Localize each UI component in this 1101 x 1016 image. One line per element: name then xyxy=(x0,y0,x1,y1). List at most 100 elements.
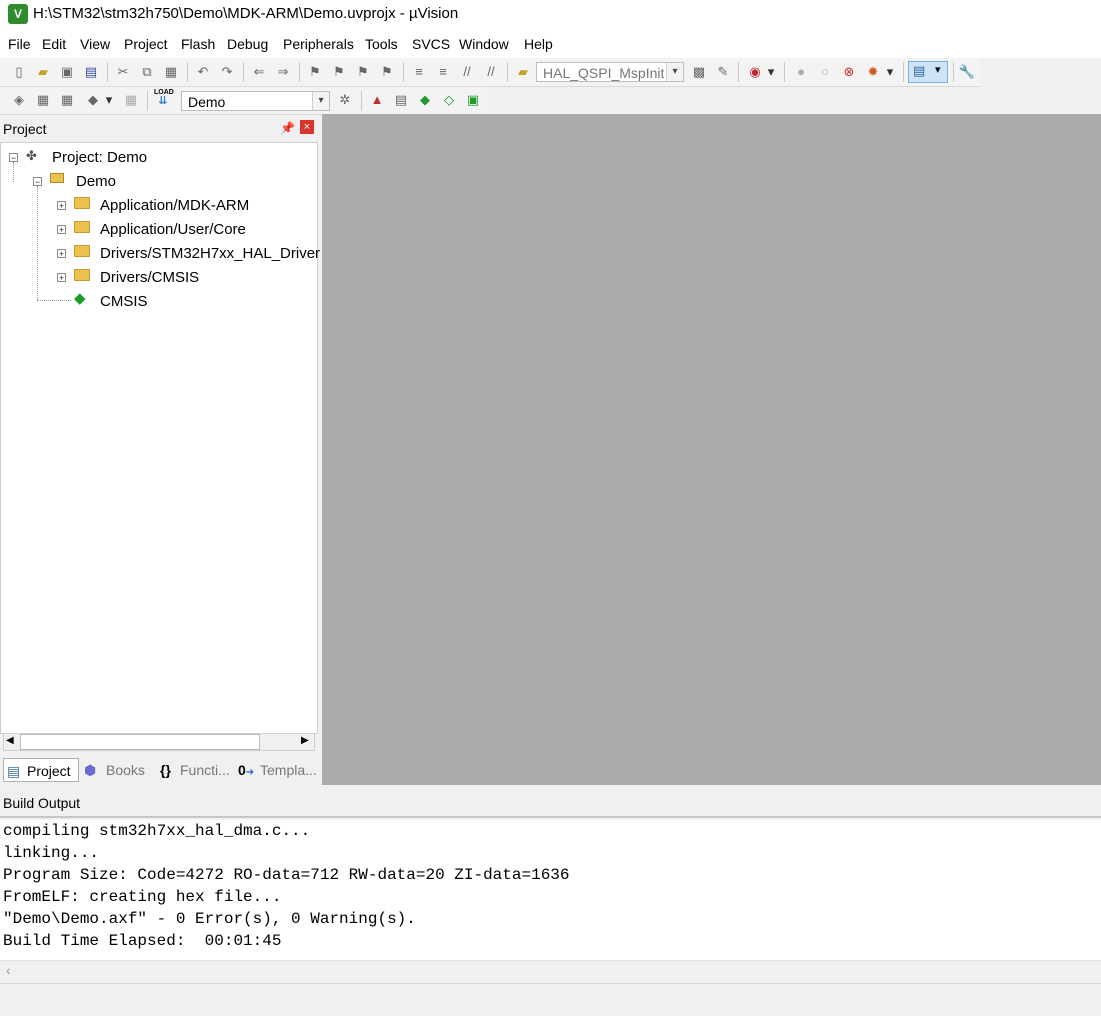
output-line: Program Size: Code=4272 RO-data=712 RW-d… xyxy=(3,866,570,884)
tree-target[interactable]: Demo xyxy=(76,173,116,191)
menu-tools[interactable]: Tools xyxy=(365,35,398,53)
chevron-down-icon[interactable]: ▾ xyxy=(312,92,329,110)
tree-group[interactable]: Application/User/Core xyxy=(100,221,246,239)
output-line: linking... xyxy=(3,844,100,862)
previous-bookmark-icon[interactable]: ⚑ xyxy=(330,63,348,81)
tree-component[interactable]: CMSIS xyxy=(100,293,148,311)
clear-bookmarks-icon[interactable]: ⚑ xyxy=(378,63,396,81)
navigate-back-icon[interactable]: ⇐ xyxy=(250,63,268,81)
pin-icon[interactable]: 📌 xyxy=(280,121,295,135)
scrollbar-thumb[interactable] xyxy=(20,734,260,750)
expand-icon[interactable]: + xyxy=(57,249,66,259)
insert-bookmark-icon[interactable]: ⚑ xyxy=(306,63,324,81)
chevron-down-icon[interactable]: ▾ xyxy=(103,91,115,109)
project-panel-header xyxy=(0,116,320,140)
functions-icon: {} xyxy=(160,762,171,778)
toolbar-separator xyxy=(147,91,148,111)
tab-books[interactable]: ⬢ Books xyxy=(84,758,152,782)
select-packs-icon[interactable]: ▤ xyxy=(392,91,410,109)
disable-all-breakpoints-icon[interactable]: ⊗ xyxy=(840,63,858,81)
menu-project[interactable]: Project xyxy=(124,35,168,53)
expand-icon[interactable]: + xyxy=(57,201,66,211)
collapse-icon[interactable]: − xyxy=(9,153,18,163)
scroll-left-icon[interactable]: ‹ xyxy=(6,962,11,978)
stop-build-icon[interactable]: ▦ xyxy=(122,91,140,109)
window-layout-icon: ▤ xyxy=(913,63,926,78)
navigate-forward-icon[interactable]: ⇒ xyxy=(274,63,292,81)
find-in-files-icon[interactable]: ▰ xyxy=(514,63,532,81)
scroll-left-icon[interactable]: ◀ xyxy=(6,735,14,746)
close-icon[interactable]: × xyxy=(300,120,314,134)
tab-functions[interactable]: {} Functi... xyxy=(158,758,233,782)
uncomment-icon[interactable]: // xyxy=(482,63,500,81)
target-icon xyxy=(50,173,64,183)
tab-project[interactable]: ▤ Project xyxy=(3,758,79,782)
save-icon[interactable]: ▣ xyxy=(58,63,76,81)
rebuild-icon[interactable]: ▦ xyxy=(58,91,76,109)
find-icon[interactable]: ▩ xyxy=(690,63,708,81)
tree-group[interactable]: Drivers/STM32H7xx_HAL_Driver xyxy=(100,245,320,263)
build-icon[interactable]: ▦ xyxy=(34,91,52,109)
manage-rte-icon[interactable]: ◆ xyxy=(416,91,434,109)
menu-peripherals[interactable]: Peripherals xyxy=(283,35,354,53)
target-select[interactable]: Demo ▾ xyxy=(181,91,330,111)
menu-svcs[interactable]: SVCS xyxy=(412,35,450,53)
insert-breakpoint-icon[interactable]: ● xyxy=(792,63,810,81)
expand-icon[interactable]: + xyxy=(57,273,66,283)
output-horizontal-scrollbar[interactable]: ‹ xyxy=(0,960,1101,981)
expand-icon[interactable]: + xyxy=(57,225,66,235)
window-layout-button[interactable]: ▤ ▾ xyxy=(908,61,948,83)
debug-session-icon[interactable]: ◉ xyxy=(746,63,764,81)
new-file-icon[interactable]: ▯ xyxy=(10,63,28,81)
folder-icon xyxy=(74,197,90,209)
toolbar-separator xyxy=(784,62,785,82)
menu-window[interactable]: Window xyxy=(459,35,509,53)
redo-icon[interactable]: ↷ xyxy=(218,63,236,81)
undo-icon[interactable]: ↶ xyxy=(194,63,212,81)
incremental-find-icon[interactable]: ✎ xyxy=(714,63,732,81)
save-all-icon[interactable]: ▤ xyxy=(82,63,100,81)
menu-debug[interactable]: Debug xyxy=(227,35,268,53)
scroll-right-icon[interactable]: ▶ xyxy=(301,735,309,746)
open-file-icon[interactable]: ▰ xyxy=(34,63,52,81)
tree-line xyxy=(13,162,14,182)
editor-area[interactable] xyxy=(322,114,1101,785)
chevron-down-icon[interactable]: ▾ xyxy=(666,63,683,81)
tree-root[interactable]: Project: Demo xyxy=(52,149,147,167)
manage-project-items-icon[interactable]: ▲ xyxy=(368,91,386,109)
unindent-icon[interactable]: ≡ xyxy=(434,63,452,81)
batch-build-icon[interactable]: ◆ xyxy=(84,91,102,109)
pack-installer-icon[interactable]: ◇ xyxy=(440,91,458,109)
menu-view[interactable]: View xyxy=(80,35,110,53)
tree-line xyxy=(37,186,38,300)
collapse-icon[interactable]: − xyxy=(33,177,42,187)
translate-icon[interactable]: ◈ xyxy=(10,91,28,109)
output-line: Build Time Elapsed: 00:01:45 xyxy=(3,932,282,950)
enable-breakpoint-icon[interactable]: ○ xyxy=(816,63,834,81)
tab-templates[interactable]: 0➔ Templa... xyxy=(238,758,317,782)
menu-edit[interactable]: Edit xyxy=(42,35,66,53)
comment-icon[interactable]: // xyxy=(458,63,476,81)
menu-flash[interactable]: Flash xyxy=(181,35,215,53)
indent-icon[interactable]: ≡ xyxy=(410,63,428,81)
books-icon: ⬢ xyxy=(84,762,97,778)
project-panel-title: Project xyxy=(3,121,47,137)
download-icon[interactable]: LOAD ⇊ xyxy=(154,89,174,107)
tree-group[interactable]: Drivers/CMSIS xyxy=(100,269,199,287)
cut-icon[interactable]: ✂ xyxy=(114,63,132,81)
options-for-target-icon[interactable]: ✲ xyxy=(336,91,354,109)
toolbar-separator xyxy=(903,62,904,82)
find-function-combo[interactable]: HAL_QSPI_MspInit ▾ xyxy=(536,62,684,82)
kill-all-breakpoints-icon[interactable]: ✹ xyxy=(864,63,882,81)
chevron-down-icon[interactable]: ▾ xyxy=(884,63,896,81)
menu-file[interactable]: File xyxy=(8,35,31,53)
configure-icon[interactable]: 🔧 xyxy=(958,63,976,81)
menu-help[interactable]: Help xyxy=(524,35,553,53)
paste-icon[interactable]: ▦ xyxy=(162,63,180,81)
tree-group[interactable]: Application/MDK-ARM xyxy=(100,197,249,215)
output-line: compiling stm32h7xx_hal_dma.c... xyxy=(3,822,311,840)
copy-icon[interactable]: ⧉ xyxy=(138,63,156,81)
chevron-down-icon[interactable]: ▾ xyxy=(765,63,777,81)
next-bookmark-icon[interactable]: ⚑ xyxy=(354,63,372,81)
component-icon[interactable]: ▣ xyxy=(464,91,482,109)
